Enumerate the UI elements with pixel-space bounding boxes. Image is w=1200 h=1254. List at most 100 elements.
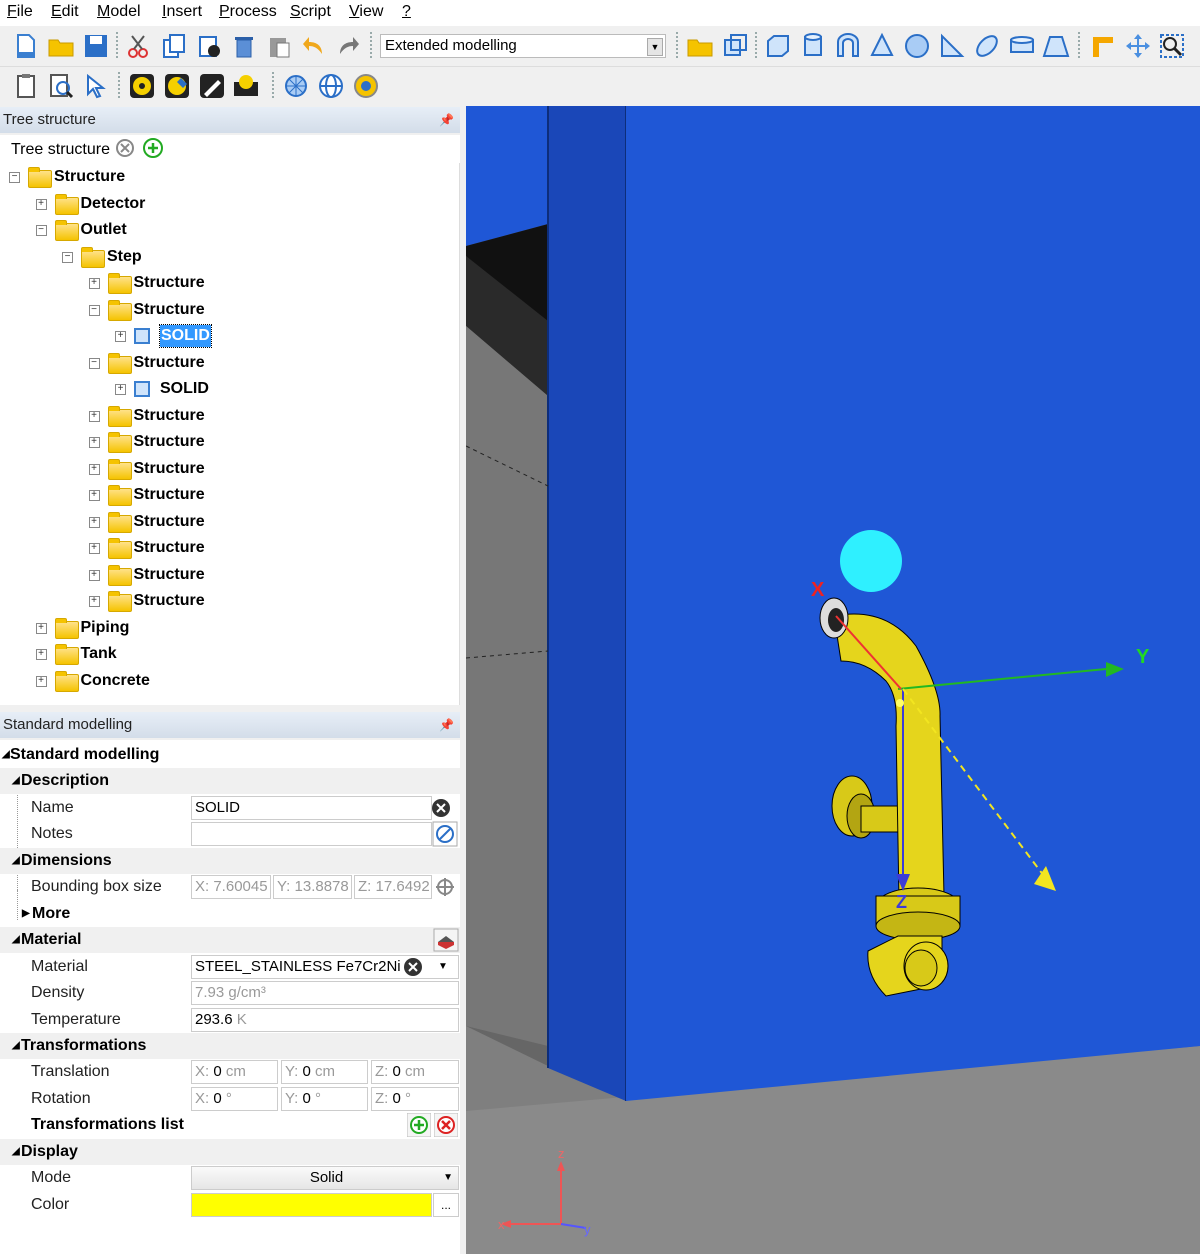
category-dimensions[interactable]: ◢ Dimensions	[0, 848, 460, 874]
radiation-edit-icon[interactable]	[163, 72, 191, 100]
translation-x-field[interactable]: X: 0 cm	[191, 1060, 278, 1084]
remove-transformation-icon[interactable]	[434, 1113, 458, 1137]
tree-node[interactable]: + Structure	[0, 482, 455, 508]
expand-icon[interactable]: +	[88, 569, 100, 581]
wedge-icon[interactable]	[938, 32, 966, 60]
inspect-icon[interactable]	[47, 72, 75, 100]
radiation-hand-icon[interactable]	[232, 72, 260, 100]
expand-icon[interactable]: +	[35, 198, 47, 210]
trapezoid-icon[interactable]	[1042, 32, 1070, 60]
collapse-icon[interactable]: −	[88, 304, 100, 316]
tree-node[interactable]: + SOLID	[0, 323, 455, 349]
tree-node[interactable]: − Step	[0, 244, 455, 270]
menu-file[interactable]: File	[7, 3, 33, 21]
tree-node[interactable]: + Structure	[0, 456, 455, 482]
copy-special-icon[interactable]	[195, 32, 223, 60]
category-transformations[interactable]: ◢ Transformations	[0, 1033, 460, 1059]
tree-node[interactable]: + Tank	[0, 641, 455, 667]
expand-icon[interactable]: +	[88, 463, 100, 475]
clear-icon[interactable]	[403, 957, 423, 977]
expand-icon[interactable]: +	[88, 516, 100, 528]
globe-icon[interactable]	[317, 72, 345, 100]
color-swatch[interactable]	[191, 1193, 432, 1217]
collapse-icon[interactable]: −	[9, 172, 20, 183]
expand-icon[interactable]: +	[88, 278, 100, 289]
cylinder-icon[interactable]	[799, 32, 827, 60]
tree-node[interactable]: + Structure	[0, 562, 455, 588]
disk-icon[interactable]	[1008, 32, 1036, 60]
paste-icon[interactable]	[265, 32, 293, 60]
display-mode-select[interactable]: Solid ▼	[191, 1166, 459, 1190]
ellipsoid-icon[interactable]	[973, 32, 1001, 60]
tree-node[interactable]: − Structure	[0, 164, 455, 190]
expand-icon[interactable]: +	[115, 384, 126, 395]
collapse-icon[interactable]: −	[35, 225, 47, 236]
tree-node[interactable]: + Structure	[0, 535, 455, 561]
tree-node[interactable]: + Structure	[0, 270, 455, 296]
tree-node[interactable]: − Structure	[0, 297, 455, 323]
tree-node[interactable]: + Structure	[0, 403, 455, 429]
pivot-point[interactable]	[896, 699, 904, 707]
copy-icon[interactable]	[160, 32, 188, 60]
delete-icon[interactable]	[230, 32, 258, 60]
3d-viewport[interactable]: Y X Z z x y	[466, 106, 1200, 1254]
open-folder-icon[interactable]	[47, 32, 75, 60]
notes-field[interactable]	[191, 822, 432, 846]
box-icon[interactable]	[764, 32, 792, 60]
scene-canvas[interactable]: Y X Z z x y	[466, 106, 1200, 1254]
redo-icon[interactable]	[334, 32, 362, 60]
rotation-y-field[interactable]: Y: 0 °	[281, 1087, 368, 1111]
tree-node[interactable]: + Structure	[0, 509, 455, 535]
cut-icon[interactable]	[124, 32, 152, 60]
new-file-icon[interactable]	[12, 32, 40, 60]
category-display[interactable]: ◢ Display	[0, 1139, 460, 1165]
tube-icon[interactable]	[834, 32, 862, 60]
tree-node[interactable]: − Outlet	[0, 217, 455, 243]
solid-add-icon[interactable]	[721, 32, 749, 60]
expand-icon[interactable]: +	[88, 437, 100, 448]
menu-insert[interactable]: Insert	[162, 3, 202, 21]
tree-node[interactable]: − Structure	[0, 350, 455, 376]
radiation-pen-icon[interactable]	[198, 72, 226, 100]
zoom-fit-icon[interactable]	[1158, 32, 1186, 60]
menu-view[interactable]: View	[349, 3, 383, 21]
sphere-handle[interactable]	[840, 530, 902, 592]
expand-icon[interactable]: +	[35, 675, 47, 687]
undo-icon[interactable]	[300, 32, 328, 60]
radiation-source-icon[interactable]	[128, 72, 156, 100]
menu-model[interactable]: Model	[97, 3, 141, 21]
menu-process[interactable]: Process	[219, 3, 277, 21]
expand-icon[interactable]: +	[35, 649, 47, 660]
clear-filter-icon[interactable]	[115, 138, 135, 158]
sphere-icon[interactable]	[903, 32, 931, 60]
menu-script[interactable]: Script	[290, 3, 331, 21]
category-standard-modelling[interactable]: ◢ Standard modelling	[0, 742, 460, 768]
expand-icon[interactable]: +	[88, 543, 100, 554]
row-more[interactable]: ▶ More	[0, 901, 460, 927]
elbow-icon[interactable]	[1088, 32, 1116, 60]
move-icon[interactable]	[1124, 32, 1152, 60]
edit-notes-icon[interactable]	[432, 821, 458, 847]
expand-icon[interactable]: +	[88, 596, 100, 607]
clipboard-icon[interactable]	[12, 72, 40, 100]
rotation-x-field[interactable]: X: 0 °	[191, 1087, 278, 1111]
chevron-down-icon[interactable]: ▼	[438, 954, 448, 980]
mesh-icon[interactable]	[282, 72, 310, 100]
pin-icon[interactable]: 📌	[439, 107, 454, 133]
folder-add-icon[interactable]	[686, 32, 714, 60]
tree-node[interactable]: + Structure	[0, 429, 455, 455]
category-description[interactable]: ◢ Description	[0, 768, 460, 794]
menu-edit[interactable]: Edit	[51, 3, 79, 21]
translation-y-field[interactable]: Y: 0 cm	[281, 1060, 368, 1084]
translation-z-field[interactable]: Z: 0 cm	[371, 1060, 459, 1084]
tree-node[interactable]: + Concrete	[0, 668, 455, 694]
cone-icon[interactable]	[868, 32, 896, 60]
tree-scrollbar[interactable]	[459, 163, 460, 705]
tree-node[interactable]: + SOLID	[0, 376, 455, 402]
add-transformation-icon[interactable]	[407, 1113, 431, 1137]
tree-node[interactable]: + Detector	[0, 191, 455, 217]
crosshair-icon[interactable]	[435, 877, 455, 897]
clear-icon[interactable]	[431, 798, 451, 818]
tree-node[interactable]: + Structure	[0, 588, 455, 614]
expand-icon[interactable]: +	[88, 490, 100, 501]
